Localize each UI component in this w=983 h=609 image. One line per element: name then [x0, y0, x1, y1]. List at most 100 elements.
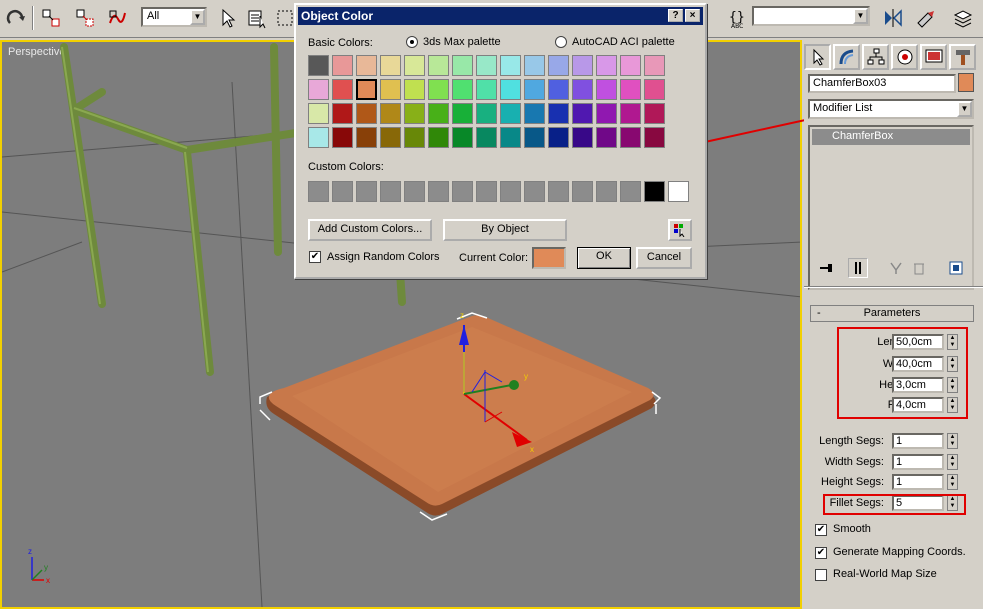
- length-segs-spinner[interactable]: ▲ ▼: [947, 433, 958, 449]
- named-selection-dropdown[interactable]: ▼: [752, 6, 870, 26]
- basic-color-swatch[interactable]: [308, 55, 329, 76]
- modify-tab[interactable]: [833, 44, 860, 70]
- basic-color-swatch[interactable]: [596, 127, 617, 148]
- basic-color-swatch[interactable]: [620, 55, 641, 76]
- basic-color-swatch[interactable]: [548, 127, 569, 148]
- basic-color-swatch[interactable]: [428, 55, 449, 76]
- custom-color-swatch[interactable]: [644, 181, 665, 202]
- object-color-swatch[interactable]: [958, 73, 974, 92]
- basic-color-swatch[interactable]: [356, 103, 377, 124]
- custom-color-swatch[interactable]: [452, 181, 473, 202]
- basic-color-swatch[interactable]: [452, 79, 473, 100]
- custom-color-swatch[interactable]: [428, 181, 449, 202]
- hierarchy-tab[interactable]: [862, 44, 889, 70]
- basic-color-swatch[interactable]: [620, 127, 641, 148]
- basic-color-swatch[interactable]: [500, 79, 521, 100]
- color-picker-button[interactable]: [668, 219, 692, 241]
- motion-tab[interactable]: [891, 44, 918, 70]
- custom-color-swatch[interactable]: [500, 181, 521, 202]
- basic-color-swatch[interactable]: [332, 55, 353, 76]
- basic-color-swatch[interactable]: [620, 103, 641, 124]
- basic-color-swatch[interactable]: [500, 55, 521, 76]
- basic-color-swatch[interactable]: [500, 127, 521, 148]
- help-button[interactable]: ?: [668, 9, 683, 22]
- custom-color-swatch[interactable]: [332, 181, 353, 202]
- parameters-rollout-header[interactable]: - Parameters: [810, 305, 974, 322]
- basic-color-swatch[interactable]: [428, 127, 449, 148]
- layer-manager-icon[interactable]: [950, 5, 976, 31]
- stack-item-chamferbox[interactable]: ChamferBox: [812, 129, 970, 145]
- basic-color-swatch[interactable]: [596, 103, 617, 124]
- length-segs-input[interactable]: 1: [892, 433, 944, 449]
- custom-color-swatch[interactable]: [668, 181, 689, 202]
- custom-color-swatch[interactable]: [476, 181, 497, 202]
- width-segs-input[interactable]: 1: [892, 454, 944, 470]
- basic-color-swatch[interactable]: [572, 103, 593, 124]
- height-segs-input[interactable]: 1: [892, 474, 944, 490]
- chamfer-box[interactable]: [266, 315, 656, 516]
- cancel-button[interactable]: Cancel: [636, 247, 692, 269]
- select-object-icon[interactable]: [214, 5, 240, 31]
- by-object-button[interactable]: By Object: [443, 219, 567, 241]
- basic-color-swatch[interactable]: [380, 103, 401, 124]
- basic-color-swatch[interactable]: [452, 103, 473, 124]
- basic-color-swatch[interactable]: [428, 79, 449, 100]
- basic-color-swatch[interactable]: [548, 79, 569, 100]
- ok-button[interactable]: OK: [577, 247, 631, 269]
- basic-color-swatch[interactable]: [452, 55, 473, 76]
- basic-color-swatch[interactable]: [644, 103, 665, 124]
- basic-color-swatch[interactable]: [356, 79, 377, 100]
- edit-named-selection-icon[interactable]: {} ABC: [725, 5, 751, 31]
- assign-random-colors-checkbox[interactable]: ✔: [309, 251, 321, 263]
- basic-color-swatch[interactable]: [308, 79, 329, 100]
- basic-color-swatch[interactable]: [404, 55, 425, 76]
- basic-color-swatch[interactable]: [644, 79, 665, 100]
- basic-color-swatch[interactable]: [380, 127, 401, 148]
- width-segs-spinner[interactable]: ▲ ▼: [947, 454, 958, 470]
- basic-color-swatch[interactable]: [428, 103, 449, 124]
- align-icon[interactable]: [912, 5, 938, 31]
- basic-color-swatch[interactable]: [380, 79, 401, 100]
- make-unique-icon[interactable]: [886, 258, 906, 278]
- custom-color-swatch[interactable]: [524, 181, 545, 202]
- basic-color-swatch[interactable]: [596, 55, 617, 76]
- basic-color-swatch[interactable]: [404, 127, 425, 148]
- close-button[interactable]: ×: [685, 9, 700, 22]
- basic-color-swatch[interactable]: [452, 127, 473, 148]
- selection-filter-dropdown[interactable]: All ▼: [141, 7, 207, 27]
- show-end-result-icon[interactable]: [848, 258, 868, 278]
- basic-color-swatch[interactable]: [524, 55, 545, 76]
- configure-modifier-sets-icon[interactable]: [946, 258, 966, 278]
- custom-color-swatch[interactable]: [356, 181, 377, 202]
- add-custom-colors-button[interactable]: Add Custom Colors...: [308, 219, 432, 241]
- custom-color-swatch[interactable]: [572, 181, 593, 202]
- basic-color-swatch[interactable]: [548, 103, 569, 124]
- custom-color-swatch[interactable]: [404, 181, 425, 202]
- modifier-list-dropdown[interactable]: Modifier List ▼: [808, 99, 974, 119]
- basic-color-swatch[interactable]: [644, 55, 665, 76]
- basic-color-swatch[interactable]: [572, 55, 593, 76]
- redo-icon[interactable]: [3, 5, 29, 31]
- basic-color-swatch[interactable]: [596, 79, 617, 100]
- basic-color-swatch[interactable]: [644, 127, 665, 148]
- basic-color-swatch[interactable]: [404, 103, 425, 124]
- dialog-title-bar[interactable]: Object Color ? ×: [298, 7, 703, 25]
- object-name-input[interactable]: ChamferBox03: [808, 74, 956, 93]
- select-by-name-icon[interactable]: [244, 5, 270, 31]
- basic-color-swatch[interactable]: [380, 55, 401, 76]
- basic-color-swatch[interactable]: [476, 127, 497, 148]
- basic-color-swatch[interactable]: [500, 103, 521, 124]
- basic-color-swatch[interactable]: [524, 103, 545, 124]
- current-color-swatch[interactable]: [532, 247, 566, 269]
- bind-space-warp-icon[interactable]: [104, 5, 130, 31]
- basic-color-swatch[interactable]: [524, 127, 545, 148]
- real-world-map-size-checkbox[interactable]: [815, 569, 827, 581]
- basic-color-swatch[interactable]: [476, 55, 497, 76]
- basic-color-swatch[interactable]: [308, 103, 329, 124]
- create-tab[interactable]: [804, 44, 831, 70]
- basic-color-swatch[interactable]: [332, 79, 353, 100]
- utilities-tab[interactable]: [949, 44, 976, 70]
- basic-color-swatch[interactable]: [332, 127, 353, 148]
- pin-stack-icon[interactable]: [816, 258, 836, 278]
- display-tab[interactable]: [920, 44, 947, 70]
